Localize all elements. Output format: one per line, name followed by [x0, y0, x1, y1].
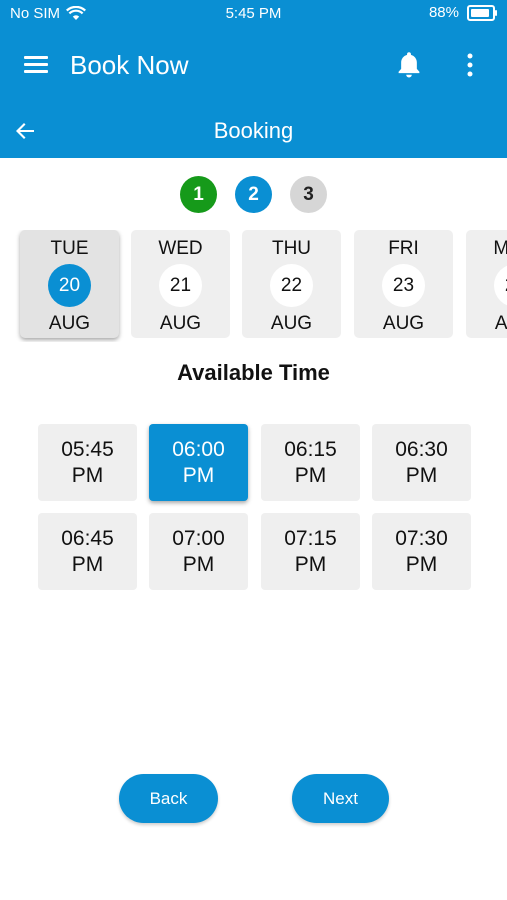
status-bar: No SIM 5:45 PM 88%: [0, 0, 507, 28]
date-weekday: THU: [271, 238, 312, 259]
slot-period: PM: [405, 552, 438, 576]
slot-time: 06:45: [61, 526, 114, 550]
more-vert-icon[interactable]: [462, 52, 478, 78]
slot-time: 05:45: [61, 437, 114, 461]
sub-bar: Booking: [0, 104, 507, 158]
slot-time: 07:15: [284, 526, 337, 550]
time-slot[interactable]: 05:45 PM: [38, 424, 137, 501]
app-title: Book Now: [70, 50, 189, 80]
slot-period: PM: [294, 463, 327, 487]
date-month: AUG: [159, 313, 202, 334]
date-day: 21: [159, 264, 202, 307]
slot-time: 06:00: [172, 437, 225, 461]
date-day: 23: [382, 264, 425, 307]
slot-period: PM: [71, 463, 104, 487]
date-day: 26: [494, 264, 507, 307]
battery-percent: 88%: [428, 4, 459, 21]
slot-time: 07:30: [395, 526, 448, 550]
time-slot[interactable]: 06:15 PM: [261, 424, 360, 501]
step-indicator: 1 2 3: [0, 176, 507, 213]
menu-icon[interactable]: [24, 56, 48, 74]
date-card-selected[interactable]: TUE 20 AUG: [20, 230, 119, 338]
time-slot[interactable]: 07:00 PM: [149, 513, 248, 590]
slot-time: 06:15: [284, 437, 337, 461]
slot-time: 07:00: [172, 526, 225, 550]
date-month: AUG: [270, 313, 313, 334]
date-weekday: TUE: [50, 238, 89, 259]
slot-period: PM: [182, 463, 215, 487]
bell-icon[interactable]: [395, 50, 423, 80]
time-slot[interactable]: 06:30 PM: [372, 424, 471, 501]
date-weekday: WED: [158, 238, 203, 259]
step-1: 1: [180, 176, 217, 213]
time-slot-selected[interactable]: 06:00 PM: [149, 424, 248, 501]
date-weekday: MON: [493, 238, 507, 259]
slot-time: 06:30: [395, 437, 448, 461]
date-day: 22: [270, 264, 313, 307]
date-strip[interactable]: TUE 20 AUG WED 21 AUG THU 22 AUG FRI 23 …: [0, 230, 507, 342]
battery-icon: [467, 4, 497, 21]
date-weekday: FRI: [388, 238, 419, 259]
date-month: AUG: [48, 313, 91, 334]
next-button[interactable]: Next: [292, 774, 389, 823]
time-slot[interactable]: 06:45 PM: [38, 513, 137, 590]
status-right: 88%: [428, 4, 497, 21]
back-button[interactable]: Back: [119, 774, 218, 823]
date-month: AUG: [494, 313, 507, 334]
booking-title: Booking: [213, 118, 294, 143]
date-month: AUG: [382, 313, 425, 334]
slot-period: PM: [294, 552, 327, 576]
step-3: 3: [290, 176, 327, 213]
app-bar: Book Now: [0, 28, 507, 104]
date-card[interactable]: THU 22 AUG: [242, 230, 341, 338]
time-slot[interactable]: 07:15 PM: [261, 513, 360, 590]
step-2: 2: [235, 176, 272, 213]
date-day: 20: [48, 264, 91, 307]
slot-period: PM: [405, 463, 438, 487]
battery-fill: [471, 8, 489, 17]
time-slot[interactable]: 07:30 PM: [372, 513, 471, 590]
date-card-partial[interactable]: MON 26 AUG: [466, 230, 507, 338]
available-time-title: Available Time: [177, 360, 330, 385]
date-card[interactable]: WED 21 AUG: [131, 230, 230, 338]
date-card[interactable]: FRI 23 AUG: [354, 230, 453, 338]
slot-period: PM: [182, 552, 215, 576]
slot-period: PM: [71, 552, 104, 576]
